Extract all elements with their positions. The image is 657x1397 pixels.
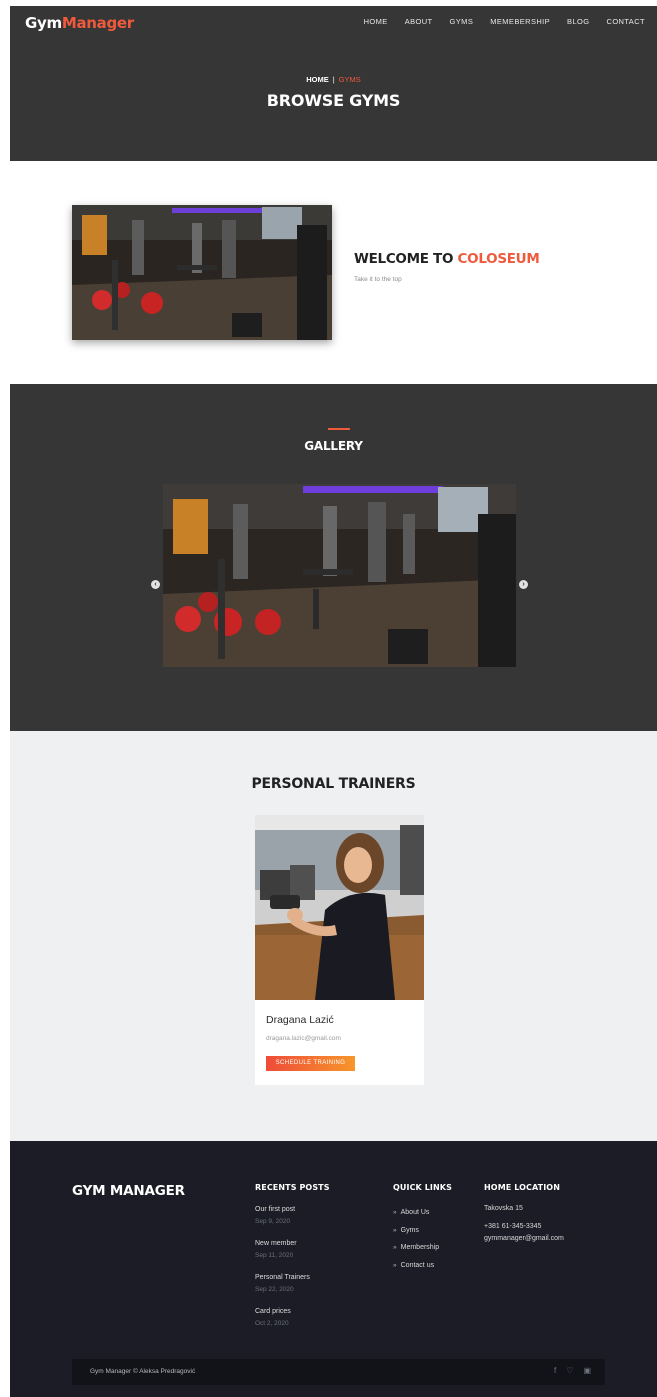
main-nav: HOME ABOUT GYMS MEMEBERSHIP BLOG CONTACT bbox=[347, 17, 645, 26]
recent-posts-heading: RECENTS POSTS bbox=[255, 1183, 330, 1192]
page: GymManager HOME ABOUT GYMS MEMEBERSHIP B… bbox=[10, 6, 657, 1397]
nav-contact[interactable]: CONTACT bbox=[607, 17, 646, 26]
chevron-right-icon[interactable]: › bbox=[519, 580, 528, 589]
breadcrumb: HOME | GYMS bbox=[10, 75, 657, 84]
recent-post-item: Personal Trainers Sep 22, 2020 bbox=[255, 1274, 310, 1293]
quick-link-membership[interactable]: » Membership bbox=[393, 1244, 439, 1251]
trainer-photo bbox=[255, 815, 424, 1000]
breadcrumb-current: GYMS bbox=[338, 75, 361, 84]
nav-blog[interactable]: BLOG bbox=[567, 17, 589, 26]
gym-interior-image bbox=[72, 205, 332, 340]
welcome-title-highlight: COLOSEUM bbox=[457, 251, 540, 267]
recent-post-title[interactable]: Personal Trainers bbox=[255, 1274, 310, 1281]
footer-phone[interactable]: +381 61-345-3345 bbox=[484, 1223, 541, 1230]
logo-part-manager: Manager bbox=[61, 14, 134, 32]
quick-link-label: Gyms bbox=[400, 1227, 419, 1234]
trainer-email[interactable]: dragana.lazic@gmail.com bbox=[266, 1035, 341, 1042]
logo-part-gym: Gym bbox=[25, 14, 62, 32]
hero-header: GymManager HOME ABOUT GYMS MEMEBERSHIP B… bbox=[10, 6, 657, 161]
recent-post-item: New member Sep 11, 2020 bbox=[255, 1240, 297, 1259]
copyright: Gym Manager © Aleksa Predragović bbox=[90, 1368, 196, 1375]
double-chevron-right-icon: » bbox=[393, 1227, 397, 1234]
breadcrumb-home[interactable]: HOME bbox=[306, 75, 329, 84]
nav-membership[interactable]: MEMEBERSHIP bbox=[490, 17, 550, 26]
welcome-section: WELCOME TO COLOSEUM Take it to the top bbox=[10, 161, 657, 384]
recent-post-item: Our first post Sep 9, 2020 bbox=[255, 1206, 295, 1225]
twitter-icon[interactable]: ♡ bbox=[566, 1366, 573, 1375]
gallery-title-accent bbox=[328, 428, 350, 430]
nav-about[interactable]: ABOUT bbox=[405, 17, 433, 26]
schedule-training-button[interactable]: SCHEDULE TRAINING bbox=[266, 1056, 355, 1071]
quick-link-about[interactable]: » About Us bbox=[393, 1209, 429, 1216]
footer-bottom-bar: Gym Manager © Aleksa Predragović f ♡ ▣ bbox=[72, 1359, 605, 1385]
instagram-icon[interactable]: ▣ bbox=[583, 1366, 591, 1375]
trainer-name: Dragana Lazić bbox=[266, 1014, 334, 1026]
social-links: f ♡ ▣ bbox=[544, 1366, 591, 1375]
quick-link-contact[interactable]: » Contact us bbox=[393, 1262, 434, 1269]
double-chevron-right-icon: » bbox=[393, 1262, 397, 1269]
page-title: BROWSE GYMS bbox=[266, 91, 401, 110]
quick-link-label: About Us bbox=[400, 1209, 430, 1216]
welcome-title: WELCOME TO COLOSEUM bbox=[354, 251, 540, 267]
recent-post-date: Oct 2, 2020 bbox=[255, 1320, 289, 1327]
footer: GYM MANAGER RECENTS POSTS Our first post… bbox=[10, 1141, 657, 1397]
double-chevron-right-icon: » bbox=[393, 1209, 397, 1216]
facebook-icon[interactable]: f bbox=[554, 1366, 556, 1375]
gallery-image bbox=[163, 484, 516, 667]
gallery-title: GALLERY bbox=[304, 439, 363, 453]
recent-post-item: Card prices Oct 2, 2020 bbox=[255, 1308, 291, 1327]
recent-post-date: Sep 22, 2020 bbox=[255, 1286, 294, 1293]
gallery-section: GALLERY ‹ › bbox=[10, 384, 657, 731]
quick-links-heading: QUICK LINKS bbox=[393, 1183, 452, 1192]
footer-email[interactable]: gymmanager@gmail.com bbox=[484, 1235, 564, 1242]
breadcrumb-separator: | bbox=[332, 75, 335, 84]
quick-link-label: Contact us bbox=[400, 1262, 435, 1269]
footer-brand: GYM MANAGER bbox=[72, 1183, 185, 1199]
recent-post-title[interactable]: Our first post bbox=[255, 1206, 295, 1213]
chevron-left-icon[interactable]: ‹ bbox=[151, 580, 160, 589]
logo[interactable]: GymManager bbox=[25, 14, 134, 32]
recent-post-date: Sep 9, 2020 bbox=[255, 1218, 291, 1225]
nav-home[interactable]: HOME bbox=[364, 17, 388, 26]
quick-link-label: Membership bbox=[400, 1244, 440, 1251]
double-chevron-right-icon: » bbox=[393, 1244, 397, 1251]
welcome-subtitle: Take it to the top bbox=[354, 276, 402, 283]
quick-link-gyms[interactable]: » Gyms bbox=[393, 1227, 419, 1234]
welcome-title-prefix: WELCOME TO bbox=[354, 251, 454, 267]
recent-post-date: Sep 11, 2020 bbox=[255, 1252, 294, 1259]
nav-gyms[interactable]: GYMS bbox=[450, 17, 474, 26]
footer-address: Takovska 15 bbox=[484, 1205, 523, 1212]
trainer-card: Dragana Lazić dragana.lazic@gmail.com SC… bbox=[255, 815, 424, 1085]
trainers-section: PERSONAL TRAINERS Dragana Lazić dragana.… bbox=[10, 731, 657, 1141]
trainers-title: PERSONAL TRAINERS bbox=[251, 776, 416, 792]
home-location-heading: HOME LOCATION bbox=[484, 1183, 560, 1192]
recent-post-title[interactable]: New member bbox=[255, 1240, 297, 1247]
recent-post-title[interactable]: Card prices bbox=[255, 1308, 291, 1315]
